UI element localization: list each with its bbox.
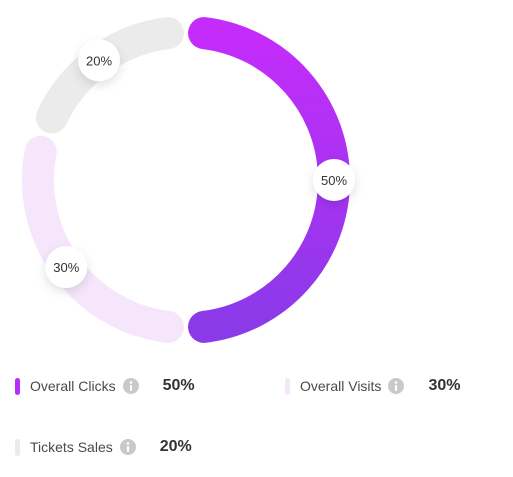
slice-value-label: 20% bbox=[86, 53, 112, 68]
slice-label-bubble: 50% bbox=[313, 159, 355, 201]
info-icon[interactable] bbox=[388, 378, 405, 394]
legend-swatch-overall-visits bbox=[285, 377, 290, 395]
legend-value: 30% bbox=[428, 377, 461, 394]
legend-swatch-overall-clicks bbox=[15, 377, 20, 395]
legend-label: Tickets Sales bbox=[30, 439, 113, 455]
slice-value-label: 30% bbox=[53, 260, 79, 275]
slice-value-label: 50% bbox=[321, 173, 347, 188]
legend-item-overall-clicks: Overall Clicks 50% bbox=[15, 375, 195, 397]
legend-label: Overall Clicks bbox=[30, 378, 116, 394]
info-icon[interactable] bbox=[119, 439, 136, 455]
legend-item-tickets-sales: Tickets Sales 20% bbox=[15, 436, 192, 458]
legend-value: 20% bbox=[159, 438, 192, 455]
legend-value: 50% bbox=[162, 377, 195, 394]
legend-swatch-tickets-sales bbox=[15, 438, 20, 456]
slice-label-bubble: 30% bbox=[45, 245, 88, 288]
info-icon[interactable] bbox=[122, 378, 139, 394]
slice-label-bubble: 20% bbox=[78, 39, 121, 82]
donut-chart: 50% 30% 20% bbox=[22, 17, 355, 343]
donut-slice-overall-visits bbox=[22, 135, 184, 343]
legend-label: Overall Visits bbox=[300, 378, 382, 394]
legend-item-overall-visits: Overall Visits 30% bbox=[285, 375, 460, 397]
